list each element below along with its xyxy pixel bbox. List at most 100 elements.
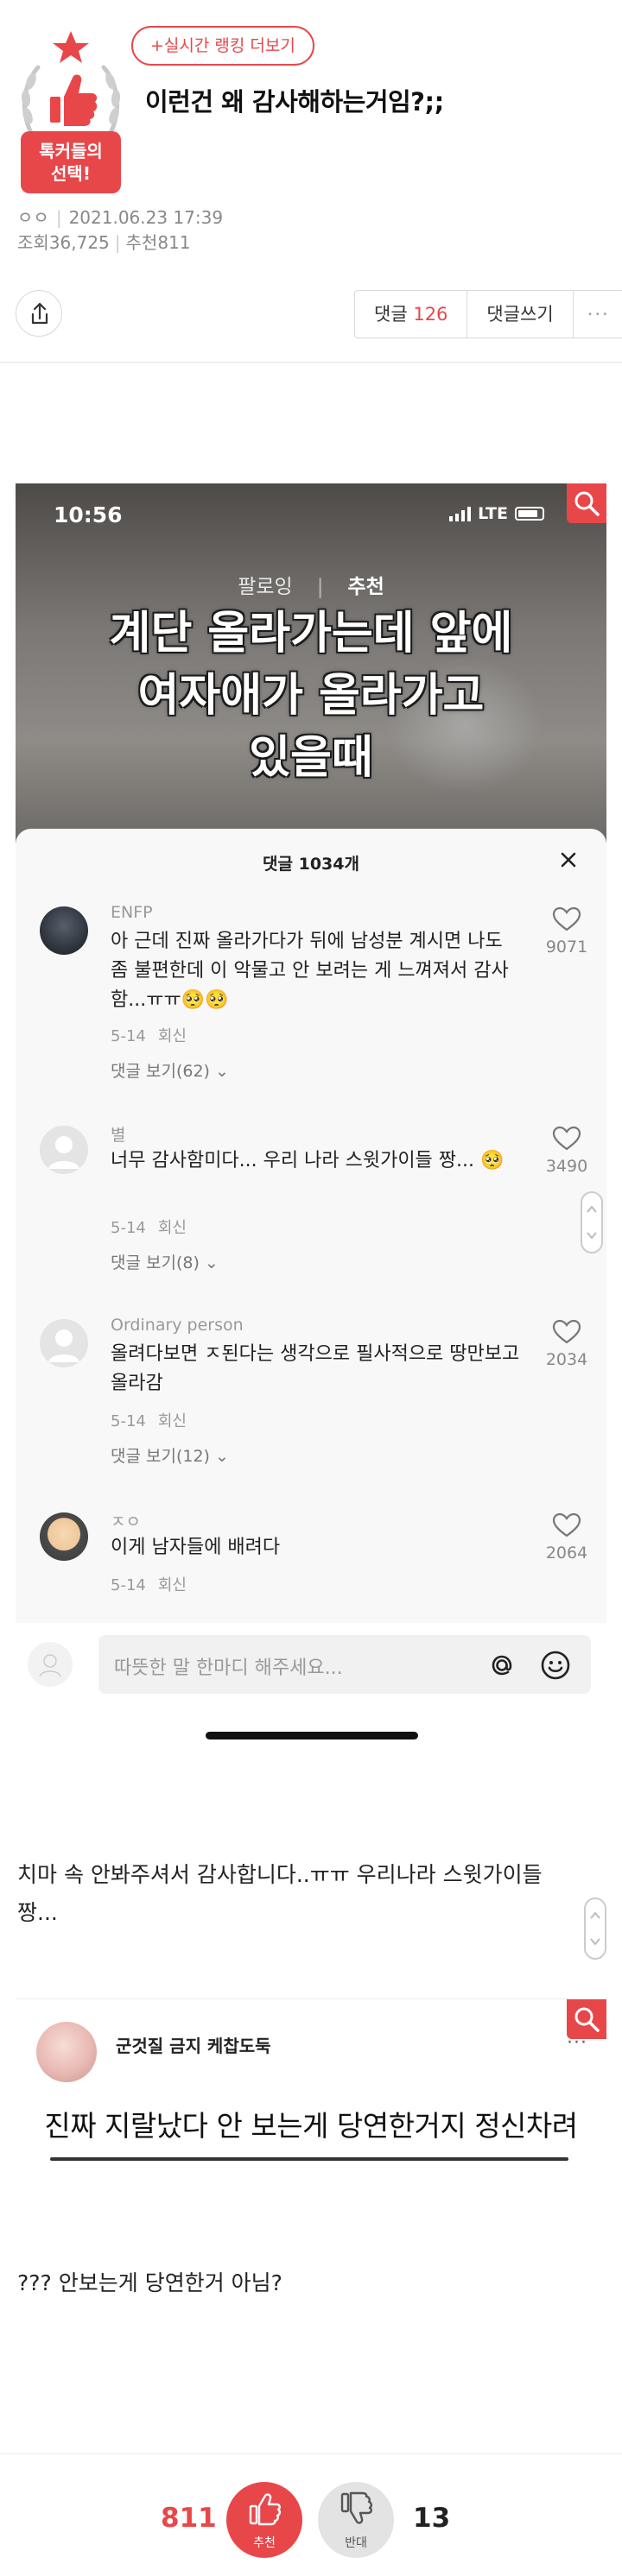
magnifier-icon	[574, 491, 600, 516]
network-label: LTE	[478, 504, 508, 523]
chevron-down-icon: ⌄	[204, 1253, 219, 1272]
post-meta-stats: 조회36,725 | 추천811	[17, 229, 191, 254]
post-body-text: ??? 안보는게 당연한거 아님?	[17, 2270, 282, 2295]
thumbs-up-icon	[249, 2493, 281, 2526]
caption-line-2: 여자애가 올라가고	[137, 670, 485, 722]
comments-button[interactable]: 댓글 126	[355, 291, 468, 338]
caption-line-3: 있을때	[249, 732, 373, 784]
oppose-label: 반대	[345, 2536, 367, 2550]
recommend-button[interactable]: 추천	[226, 2482, 302, 2558]
comment-meta: 5-14 회신	[111, 1215, 199, 1238]
comment-item: ENFP 아 근데 진짜 올라가다가 뒤에 남성분 계시면 나도 좀 불편한데 …	[16, 903, 606, 1102]
comment-text: 올려다보면 ㅈ된다는 생각으로 필사적으로 땅만보고 올라감	[111, 1343, 520, 1394]
comment-meta: 5-14 회신	[111, 1409, 199, 1431]
video-frame: 10:56 LTE 팔로잉 | 추천 계단 올라가는데 앞에 여자애가 올라가고 있…	[16, 483, 606, 850]
avatar[interactable]	[40, 906, 88, 955]
share-button[interactable]	[16, 290, 62, 337]
status-indicators: LTE	[449, 504, 544, 523]
realtime-ranking-button[interactable]: +실시간 랭킹 더보기	[131, 26, 314, 66]
oppose-button[interactable]: 반대	[318, 2482, 394, 2558]
view-replies-button[interactable]: 댓글 보기(62) ⌄	[111, 1058, 229, 1082]
comment-author: ENFP	[111, 903, 153, 922]
scroll-handle[interactable]	[581, 1191, 603, 1253]
comment-input-area: 따뜻한 말 한마디 해주세요...	[16, 1623, 606, 1752]
default-avatar-icon	[48, 1136, 79, 1169]
like-button[interactable]: 9071	[541, 906, 593, 957]
comment-date: 5-14	[111, 1576, 146, 1594]
default-avatar-icon	[48, 1329, 79, 1362]
post-title: 이런건 왜 감사해하는거임?;;	[145, 87, 444, 117]
magnifier-icon	[574, 2007, 600, 2032]
badge-label: 톡커들의 선택!	[21, 140, 121, 185]
post-date: 2021.06.23 17:39	[68, 207, 224, 228]
like-count: 9071	[545, 938, 588, 957]
heart-icon	[552, 1512, 581, 1537]
zoom-image-button[interactable]	[567, 483, 606, 523]
avatar[interactable]	[40, 1512, 88, 1561]
status-time: 10:56	[54, 502, 123, 527]
comment-author: 군것질 금지 케찹도둑	[116, 2036, 271, 2056]
badge-line-2: 선택!	[51, 163, 91, 184]
reply-button[interactable]: 회신	[158, 1576, 187, 1594]
comment-meta: 5-14 회신	[111, 1573, 199, 1595]
comments-label: 댓글	[374, 304, 408, 325]
emoji-icon[interactable]	[539, 1649, 572, 1682]
comment-author: ㅈㅇ	[111, 1512, 141, 1531]
like-button[interactable]: 3490	[541, 1126, 593, 1176]
avatar[interactable]	[40, 1319, 88, 1367]
reply-button[interactable]: 회신	[158, 1027, 187, 1045]
badge-line-1: 톡커들의	[39, 141, 103, 161]
comment-text: 너무 감사함미다... 우리 나라 스윗가이들 짱... 🥺	[111, 1150, 505, 1171]
home-indicator	[206, 1732, 418, 1739]
comment-text: 이게 남자들에 배려다	[111, 1537, 281, 1558]
recommend-count: 추천811	[125, 232, 191, 253]
reply-button[interactable]: 회신	[158, 1219, 187, 1237]
more-options-button[interactable]: ···	[574, 291, 622, 338]
heart-icon	[552, 1126, 581, 1151]
comment-date: 5-14	[111, 1027, 146, 1045]
like-button[interactable]: 2034	[541, 1319, 593, 1369]
view-count: 조회36,725	[17, 232, 110, 253]
zoom-image-button[interactable]	[567, 1999, 606, 2039]
recommend-count: 811	[161, 2503, 217, 2534]
avatar	[36, 2022, 97, 2082]
comment-author: Ordinary person	[111, 1316, 244, 1335]
recommend-label: 추천	[253, 2536, 276, 2550]
reply-button[interactable]: 회신	[158, 1412, 187, 1430]
close-icon[interactable]	[555, 846, 582, 874]
view-replies-button[interactable]: 댓글 보기(8) ⌄	[111, 1250, 219, 1273]
my-avatar	[28, 1642, 73, 1687]
view-replies-label: 댓글 보기(62)	[111, 1062, 210, 1081]
like-button[interactable]: 2064	[541, 1512, 593, 1563]
author-name[interactable]: ㅇㅇ	[17, 207, 49, 228]
comment-item: ㅈㅇ 이게 남자들에 배려다 5-14 회신 2064	[16, 1509, 606, 1621]
sheet-title: 댓글 1034개	[263, 855, 359, 874]
thumbs-down-icon	[340, 2491, 372, 2524]
mention-icon[interactable]	[486, 1649, 518, 1682]
comment-input[interactable]: 따뜻한 말 한마디 해주세요...	[98, 1635, 591, 1694]
comment-date: 5-14	[111, 1412, 146, 1430]
like-count: 2064	[545, 1544, 588, 1563]
embedded-screenshot-2: 군것질 금지 케찹도둑 ··· 진짜 지랄났다 안 보는게 당연한거지 정신차려	[16, 1998, 606, 2162]
view-replies-label: 댓글 보기(8)	[111, 1253, 200, 1272]
chevron-down-icon: ⌄	[215, 1447, 229, 1466]
comments-sheet: 댓글 1034개 ENFP 아 근데 진짜 올라가다가 뒤에 남성분 계시면 나…	[16, 829, 606, 1623]
comment-text: 아 근데 진짜 올라가다가 뒤에 남성분 계시면 나도 좀 불편한데 이 악물고…	[111, 931, 509, 1011]
view-replies-button[interactable]: 댓글 보기(12) ⌄	[111, 1443, 229, 1467]
scroll-handle[interactable]	[584, 1897, 606, 1960]
comment-button-group: 댓글 126 댓글쓰기 ···	[354, 290, 622, 338]
divider	[50, 2157, 568, 2161]
like-count: 3490	[545, 1157, 588, 1176]
post-body-text: 치마 속 안봐주셔서 감사합니다..ㅠㅠ 우리나라 스윗가이들 짱...	[17, 1862, 543, 1925]
signal-icon	[449, 506, 472, 521]
feed-tabs: 팔로잉 | 추천	[238, 576, 384, 598]
scroll-arrows-icon	[590, 1911, 600, 1946]
share-icon	[31, 302, 48, 325]
chevron-down-icon: ⌄	[215, 1062, 229, 1081]
heart-icon	[552, 1319, 581, 1344]
oppose-count: 13	[413, 2503, 451, 2534]
write-comment-button[interactable]: 댓글쓰기	[467, 291, 574, 338]
comment-author: 별	[111, 1126, 126, 1145]
comment-item: 별 너무 감사함미다... 우리 나라 스윗가이들 짱... 🥺 5-14 회신 …	[16, 1122, 606, 1295]
avatar[interactable]	[40, 1126, 88, 1174]
